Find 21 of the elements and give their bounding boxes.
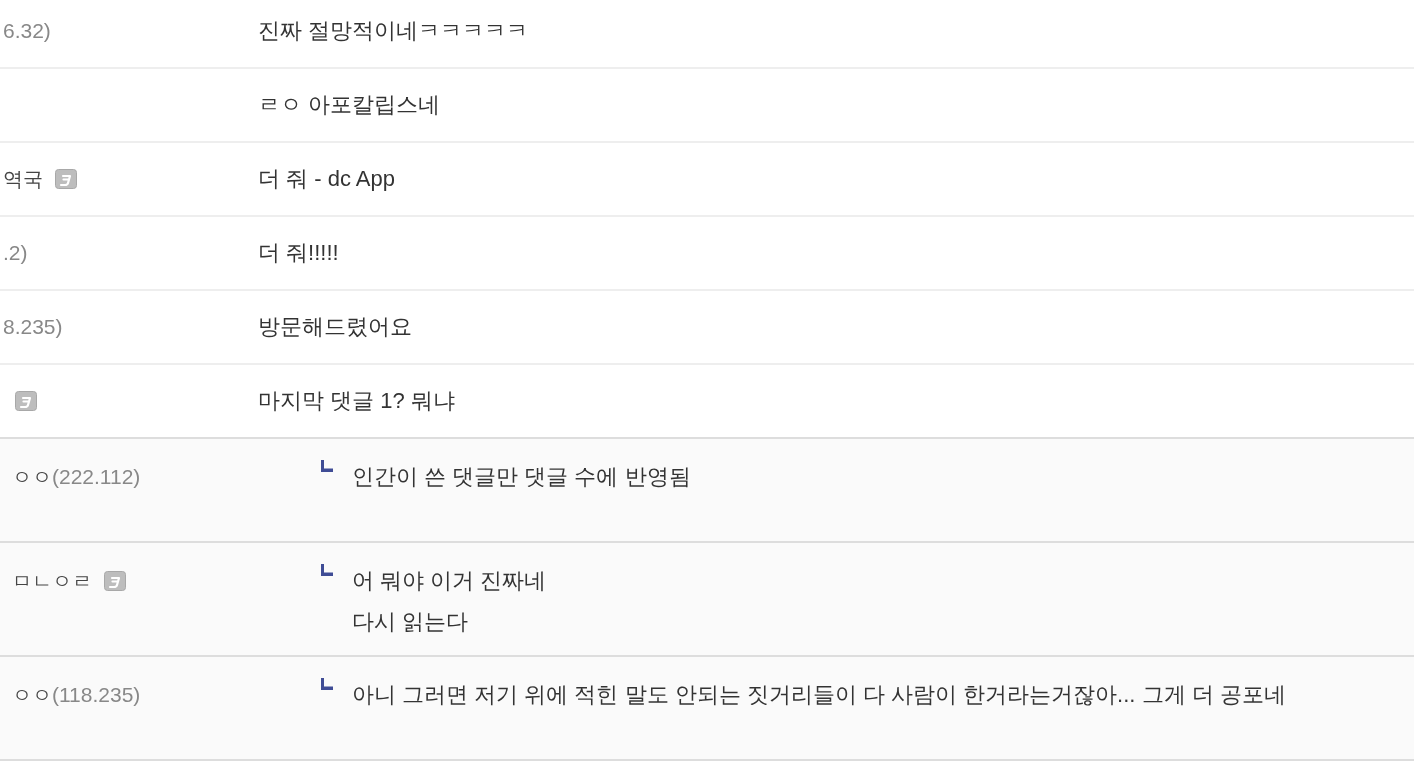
ip-address: 8.235)	[3, 314, 63, 341]
comment-text: 진짜 절망적이네ㅋㅋㅋㅋㅋ	[258, 17, 529, 45]
comment-text: ㄹㅇ 아포칼립스네	[258, 91, 441, 119]
comment-text: 아니 그러면 저기 위에 적힌 말도 안되는 짓거리들이 다 사람이 한거라는거잖아... 그게 더 공포네	[352, 681, 1286, 709]
comment-text: 더 줘 - dc App	[258, 165, 395, 193]
nickname: ㅇㅇ	[12, 682, 52, 708]
ip-address: (118.235)	[52, 681, 141, 708]
ip-address: (222.112)	[52, 463, 141, 490]
comment-text: 마지막 댓글 1? 뭐냐	[258, 387, 455, 415]
ip-address: .2)	[3, 240, 28, 267]
comment-text: 방문해드렸어요	[258, 313, 412, 341]
nickname: ㅁㄴㅇㄹ	[12, 568, 92, 594]
nickname: 역국	[3, 167, 43, 192]
comment-text: 어 뭐야 이거 진짜네 다시 읽는다	[352, 567, 547, 636]
nickname: ㅇㅇ	[12, 464, 52, 490]
comment-text: 더 줘!!!!!	[258, 239, 339, 267]
reply-corner-icon	[321, 564, 333, 576]
ip-address: 6.32)	[3, 18, 51, 45]
reply-corner-icon	[321, 460, 333, 472]
reply-corner-icon	[321, 678, 333, 690]
comment-text: 인간이 쓴 댓글만 댓글 수에 반영됨	[352, 463, 691, 491]
